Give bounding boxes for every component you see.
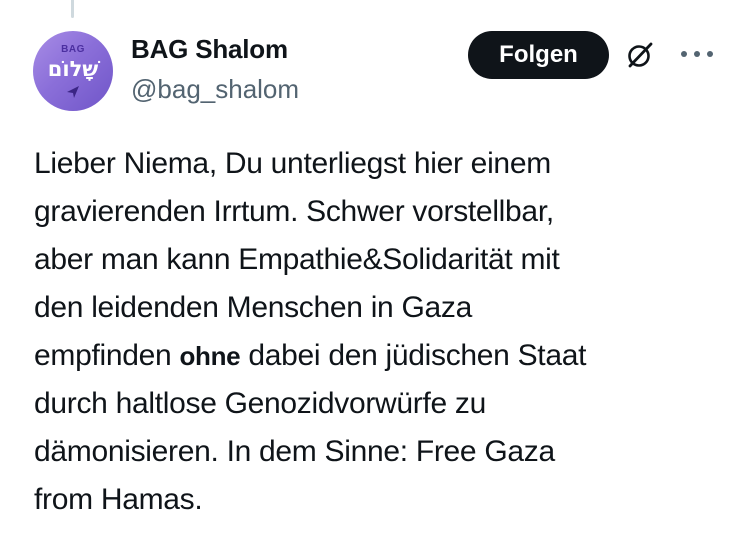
tweet-text: Lieber Niema, Du unterliegst hier einem …	[34, 140, 714, 524]
author-handle[interactable]: @bag_shalom	[131, 74, 299, 105]
avatar-main-text: שָׁלוֹם	[47, 57, 99, 81]
tweet-bold-word: ohne	[179, 341, 241, 371]
more-dots-icon[interactable]	[679, 48, 715, 60]
tweet-line: den leidenden Menschen in Gaza	[34, 291, 472, 324]
tweet-line: dämonisieren. In dem Sinne: Free Gaza	[34, 435, 555, 468]
tweet-line: aber man kann Empathie&Solidarität mit	[34, 243, 560, 276]
follow-button[interactable]: Folgen	[468, 31, 609, 79]
tweet-line: empfinden ohne dabei den jüdischen Staat	[34, 332, 714, 380]
grok-icon[interactable]	[624, 39, 656, 71]
tweet-line: gravierenden Irrtum. Schwer vorstellbar,	[34, 195, 554, 228]
tweet-line: Lieber Niema, Du unterliegst hier einem	[34, 147, 551, 180]
paper-plane-icon	[67, 86, 79, 98]
avatar-top-text: BAG	[61, 44, 85, 55]
tweet-line: durch haltlose Genozidvorwürfe zu	[34, 387, 487, 420]
avatar[interactable]: BAG שָׁלוֹם	[33, 31, 113, 111]
thread-connector-line	[71, 0, 74, 18]
tweet-text-segment: dabei den jüdischen Staat	[240, 339, 587, 372]
tweet-text-segment: empfinden	[34, 339, 180, 372]
tweet-line: from Hamas.	[34, 483, 203, 516]
author-display-name[interactable]: BAG Shalom	[131, 34, 288, 65]
